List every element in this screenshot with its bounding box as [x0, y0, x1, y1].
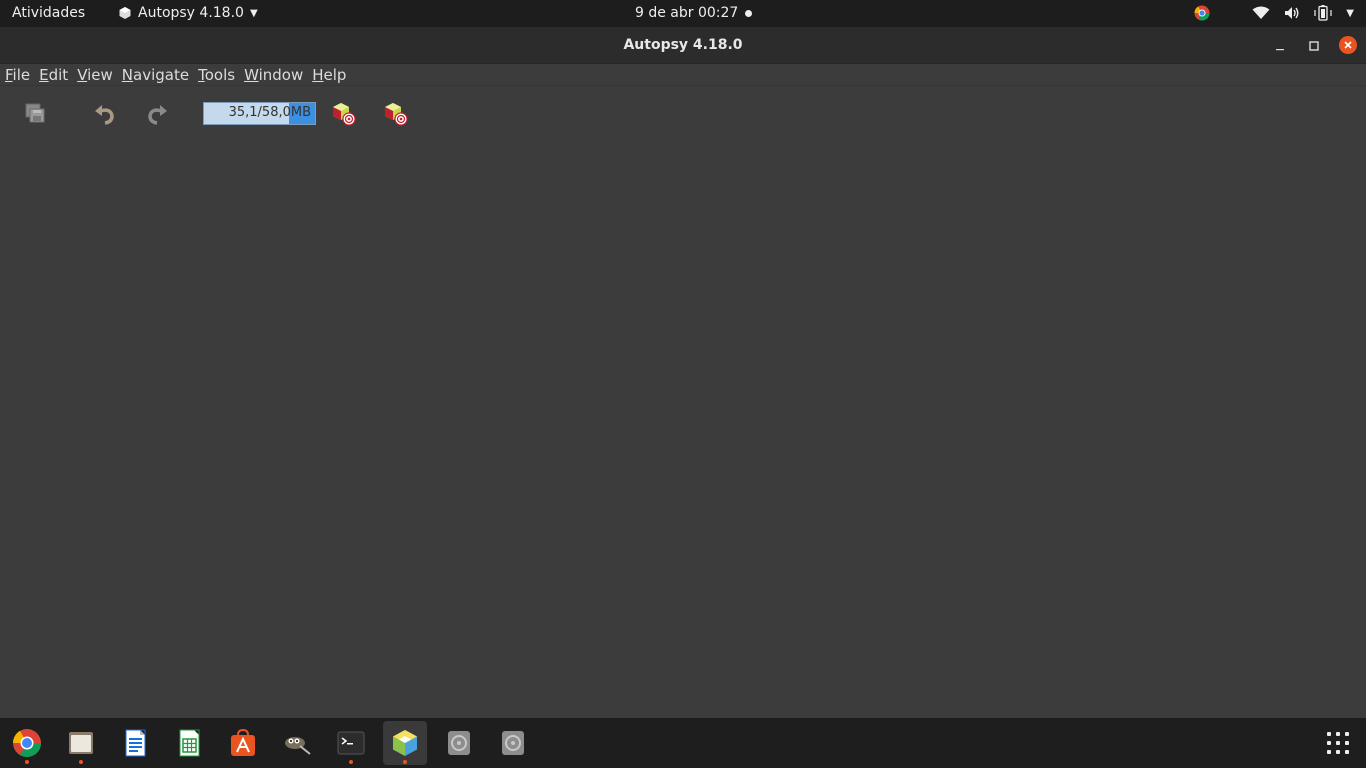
- autopsy-icon: [393, 730, 417, 756]
- memory-usage-label: 35,1/58,0MB: [228, 105, 311, 120]
- battery-icon[interactable]: [1314, 5, 1332, 21]
- files-icon: [69, 732, 93, 754]
- volume-icon[interactable]: [1284, 6, 1300, 20]
- menu-help[interactable]: Help: [307, 66, 350, 84]
- writer-icon: [125, 729, 146, 757]
- software-center-icon: [231, 728, 255, 756]
- chrome-icon: [13, 729, 41, 757]
- window-title-bar[interactable]: Autopsy 4.18.0: [0, 27, 1366, 64]
- profiler-cube-icon: [333, 103, 356, 126]
- dock-autopsy[interactable]: [383, 721, 427, 765]
- menu-bar: File Edit View Navigate Tools Window Hel…: [0, 64, 1366, 86]
- menu-tools-label: ools: [204, 65, 236, 84]
- dock-terminal[interactable]: [329, 721, 373, 765]
- profiler-snapshot-button[interactable]: [383, 101, 409, 127]
- profiler-button[interactable]: [331, 101, 357, 127]
- running-indicator: [349, 760, 353, 764]
- notification-dot-icon: [745, 10, 752, 17]
- show-applications-button[interactable]: [1327, 732, 1349, 754]
- menu-file-mnemonic: F: [5, 65, 13, 84]
- activities-button[interactable]: Atividades: [12, 5, 85, 21]
- undo-icon: [95, 105, 114, 125]
- close-icon: [1344, 41, 1352, 49]
- minimize-button[interactable]: [1271, 37, 1289, 55]
- menu-file[interactable]: File: [0, 66, 34, 84]
- running-indicator: [25, 760, 29, 764]
- app-grid-icon: [1336, 741, 1340, 745]
- autopsy-app-icon: [119, 7, 131, 19]
- close-button[interactable]: [1339, 36, 1357, 54]
- menu-navigate-mnemonic: N: [121, 65, 134, 84]
- chevron-down-icon[interactable]: ▼: [1346, 8, 1354, 19]
- menu-navigate[interactable]: Navigate: [117, 66, 193, 84]
- menu-edit-label: dit: [48, 65, 69, 84]
- app-grid-icon: [1327, 732, 1331, 736]
- menu-window-label: indow: [258, 65, 304, 84]
- menu-help-mnemonic: H: [312, 65, 324, 84]
- menu-tools[interactable]: Tools: [193, 66, 239, 84]
- save-all-icon: [25, 103, 45, 123]
- wifi-icon[interactable]: [1252, 6, 1270, 20]
- redo-button[interactable]: [144, 101, 170, 127]
- save-all-button[interactable]: [23, 101, 49, 127]
- menu-view-label: iew: [87, 65, 113, 84]
- chrome-icon[interactable]: [1194, 5, 1210, 21]
- menu-help-label: elp: [323, 65, 347, 84]
- app-grid-icon: [1345, 750, 1349, 754]
- running-indicator: [79, 760, 83, 764]
- menu-edit-mnemonic: E: [39, 65, 49, 84]
- calc-icon: [179, 729, 200, 757]
- minimize-icon: [1276, 49, 1284, 51]
- menu-window[interactable]: Window: [239, 66, 307, 84]
- memory-usage-indicator[interactable]: 35,1/58,0MB: [203, 102, 316, 125]
- menu-file-label: ile: [12, 65, 31, 84]
- profiler-snapshot-icon: [385, 103, 408, 126]
- clock[interactable]: 9 de abr 00:27: [635, 5, 738, 21]
- window-title: Autopsy 4.18.0: [623, 37, 743, 53]
- disk-icon: [448, 731, 470, 755]
- menu-navigate-label: avigate: [133, 65, 190, 84]
- dock-disk-2[interactable]: [491, 721, 535, 765]
- menu-view[interactable]: View: [72, 66, 117, 84]
- disk-icon: [502, 731, 524, 755]
- maximize-icon: [1309, 41, 1319, 51]
- chevron-down-icon: ▼: [249, 7, 258, 19]
- menu-view-mnemonic: V: [77, 65, 88, 84]
- app-menu-label: Autopsy 4.18.0: [138, 5, 244, 21]
- app-grid-icon: [1345, 732, 1349, 736]
- terminal-icon: [337, 731, 365, 755]
- app-grid-icon: [1327, 741, 1331, 745]
- dock-disk-1[interactable]: [437, 721, 481, 765]
- app-grid-icon: [1327, 750, 1331, 754]
- app-grid-icon: [1345, 741, 1349, 745]
- app-grid-icon: [1336, 750, 1340, 754]
- app-grid-icon: [1336, 732, 1340, 736]
- top-bar: Atividades Autopsy 4.18.0 ▼ 9 de abr 00:…: [0, 0, 1366, 27]
- redo-icon: [148, 105, 167, 125]
- gimp-icon: [285, 737, 311, 755]
- dock-writer[interactable]: [113, 721, 157, 765]
- undo-button[interactable]: [92, 101, 118, 127]
- running-indicator: [403, 760, 407, 764]
- dock-gimp[interactable]: [275, 721, 319, 765]
- maximize-button[interactable]: [1305, 37, 1323, 55]
- dock: [0, 718, 1366, 768]
- menu-tools-mnemonic: T: [198, 65, 205, 84]
- dock-chrome[interactable]: [5, 721, 49, 765]
- dock-software[interactable]: [221, 721, 265, 765]
- dock-files[interactable]: [59, 721, 103, 765]
- menu-window-mnemonic: W: [244, 65, 259, 84]
- dock-calc[interactable]: [167, 721, 211, 765]
- app-menu[interactable]: Autopsy 4.18.0 ▼: [118, 5, 258, 21]
- menu-edit[interactable]: Edit: [34, 66, 72, 84]
- system-tray[interactable]: ▼: [1194, 4, 1354, 22]
